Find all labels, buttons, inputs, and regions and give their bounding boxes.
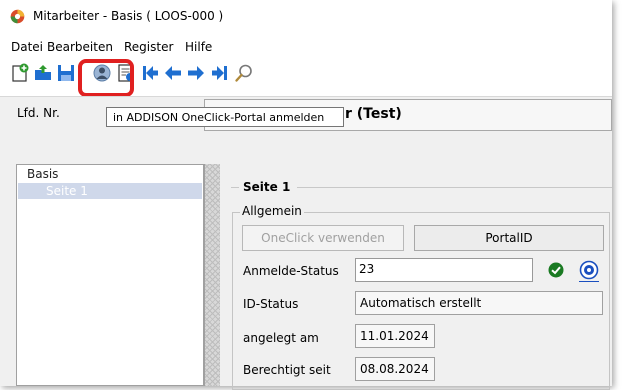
- oneclick-verwenden-button[interactable]: OneClick verwenden: [242, 225, 404, 251]
- search-icon[interactable]: [234, 63, 254, 83]
- next-record-icon[interactable]: [186, 63, 206, 83]
- help-underline: [579, 281, 599, 282]
- section-title: Seite 1: [243, 180, 291, 194]
- anmelde-status-field[interactable]: 23: [355, 258, 533, 282]
- menu-register[interactable]: Register: [124, 40, 173, 54]
- new-icon[interactable]: [10, 63, 30, 83]
- highlight-annotation: [78, 59, 134, 97]
- id-status-label: ID-Status: [243, 297, 299, 311]
- save-icon[interactable]: [56, 63, 76, 83]
- menu-hilfe[interactable]: Hilfe: [185, 40, 212, 54]
- anmelde-status-label: Anmelde-Status: [243, 264, 339, 278]
- splitter[interactable]: [204, 164, 220, 386]
- section-divider: [231, 187, 239, 188]
- tree-item-seite-1-label: Seite 1: [46, 184, 88, 198]
- menu-bearbeiten[interactable]: Bearbeiten: [47, 40, 113, 54]
- angelegt-am-label: angelegt am: [243, 331, 319, 345]
- angelegt-am-field: 11.01.2024: [355, 324, 435, 348]
- last-record-icon[interactable]: [210, 63, 230, 83]
- portal-id-button[interactable]: PortalID: [414, 225, 604, 251]
- previous-record-icon[interactable]: [163, 63, 183, 83]
- tooltip: in ADDISON OneClick-Portal anmelden: [106, 107, 344, 127]
- berechtigt-seit-label: Berechtigt seit: [243, 363, 331, 377]
- tree-item-basis[interactable]: Basis: [27, 167, 58, 181]
- group-title: Allgemein: [240, 204, 304, 218]
- menu-datei[interactable]: Datei: [11, 40, 43, 54]
- berechtigt-seit-field: 08.08.2024: [355, 357, 435, 381]
- help-icon[interactable]: [579, 260, 599, 280]
- first-record-icon[interactable]: [140, 63, 160, 83]
- employee-name-value: r (Test): [345, 106, 402, 122]
- status-ok-icon: [548, 262, 564, 278]
- app-icon: [10, 9, 25, 24]
- window-title: Mitarbeiter - Basis ( LOOS-000 ): [33, 9, 224, 23]
- section-divider: [297, 187, 612, 188]
- open-icon[interactable]: [33, 63, 53, 83]
- id-status-field: Automatisch erstellt: [355, 291, 603, 315]
- lfd-nr-label: Lfd. Nr.: [17, 106, 60, 120]
